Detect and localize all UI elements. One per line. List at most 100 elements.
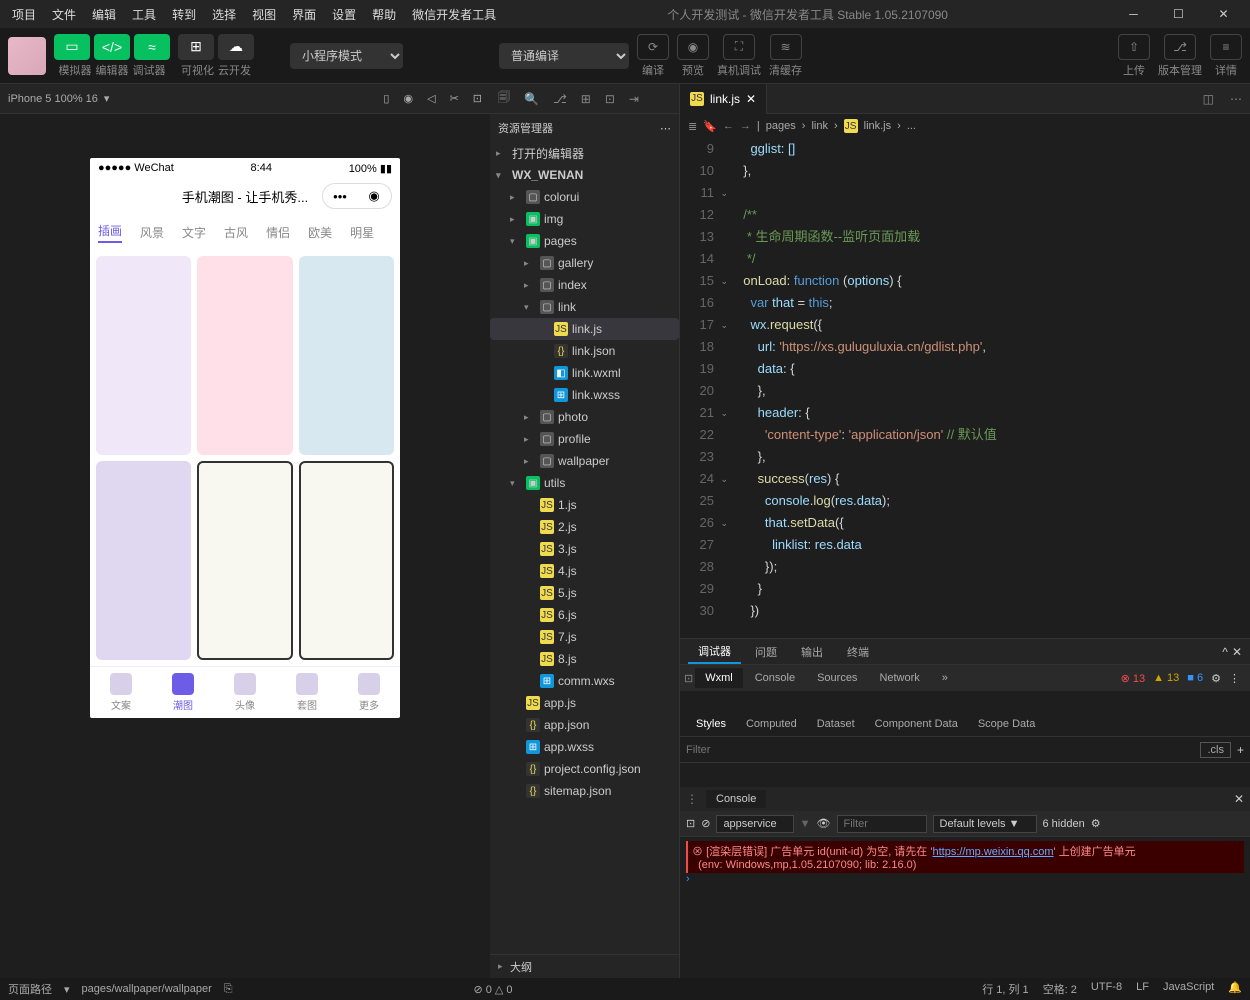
add-style-icon[interactable]: + xyxy=(1237,743,1244,757)
devtab-wxml[interactable]: Wxml xyxy=(695,668,743,688)
console-menu-icon[interactable]: ⋮ xyxy=(686,792,706,806)
menu-select[interactable]: 选择 xyxy=(204,2,244,27)
devtab-console[interactable]: Console xyxy=(745,668,805,688)
menu-tools[interactable]: 工具 xyxy=(124,2,164,27)
tree-node-index[interactable]: ▸▢index xyxy=(490,274,679,296)
inspect-icon[interactable]: ⊡ xyxy=(684,672,693,685)
opened-editors-section[interactable]: ▸打开的编辑器 xyxy=(490,142,679,164)
levels-select[interactable]: Default levels ▼ xyxy=(933,815,1037,833)
cut-icon[interactable]: ✂ xyxy=(450,92,459,105)
compile-select[interactable]: 普通编译 xyxy=(499,43,629,69)
editor-button[interactable]: </> xyxy=(94,34,130,60)
computed-tab[interactable]: Computed xyxy=(738,715,805,733)
tree-node-link.json[interactable]: {}link.json xyxy=(490,340,679,362)
page-path[interactable]: pages/wallpaper/wallpaper xyxy=(82,983,212,995)
menu-help[interactable]: 帮助 xyxy=(364,2,404,27)
tree-node-wallpaper[interactable]: ▸▢wallpaper xyxy=(490,450,679,472)
console-close-icon[interactable]: ✕ xyxy=(1234,792,1244,806)
devtab-sources[interactable]: Sources xyxy=(807,668,867,688)
encoding[interactable]: UTF-8 xyxy=(1091,981,1122,997)
ext3-icon[interactable]: ⇥ xyxy=(629,92,639,106)
wallpaper-card[interactable] xyxy=(299,461,394,660)
tree-node-utils[interactable]: ▾▣utils xyxy=(490,472,679,494)
menu-goto[interactable]: 转到 xyxy=(164,2,204,27)
detail-button[interactable]: ≡ xyxy=(1210,34,1242,60)
search-icon[interactable]: 🔍 xyxy=(524,92,539,106)
record-icon[interactable]: ◉ xyxy=(403,92,413,105)
phone-category-tabs[interactable]: 插画 风景 文字 古风 情侣 欧美 明星 xyxy=(90,214,400,250)
simulator-button[interactable]: ▭ xyxy=(54,34,90,60)
avatar[interactable] xyxy=(8,37,46,75)
tree-node-3.js[interactable]: JS3.js xyxy=(490,538,679,560)
copy-icon[interactable]: ⎘ xyxy=(224,983,233,996)
upload-button[interactable]: ⇧ xyxy=(1118,34,1150,60)
tree-node-pages[interactable]: ▾▣pages xyxy=(490,230,679,252)
visualize-button[interactable]: ⊞ xyxy=(178,34,214,60)
tree-node-colorui[interactable]: ▸▢colorui xyxy=(490,186,679,208)
tree-node-project.config.json[interactable]: {}project.config.json xyxy=(490,758,679,780)
context-select[interactable]: appservice xyxy=(716,815,793,833)
tab-problems[interactable]: 问题 xyxy=(745,641,787,663)
tree-node-6.js[interactable]: JS6.js xyxy=(490,604,679,626)
project-root[interactable]: ▾WX_WENAN xyxy=(490,164,679,186)
console-prompt[interactable]: › xyxy=(686,873,1244,885)
devtab-more[interactable]: » xyxy=(932,668,958,688)
menu-settings[interactable]: 设置 xyxy=(324,2,364,27)
wallpaper-card[interactable] xyxy=(96,256,191,455)
cls-toggle[interactable]: .cls xyxy=(1200,742,1231,758)
tree-node-link[interactable]: ▾▢link xyxy=(490,296,679,318)
menu-view[interactable]: 视图 xyxy=(244,2,284,27)
lang-mode[interactable]: JavaScript xyxy=(1163,981,1214,997)
tree-node-gallery[interactable]: ▸▢gallery xyxy=(490,252,679,274)
styles-tab[interactable]: Styles xyxy=(688,715,734,733)
code-editor[interactable]: 91011⌄12131415⌄1617⌄18192021⌄222324⌄2526… xyxy=(680,138,1250,638)
wallpaper-card[interactable] xyxy=(197,461,292,660)
compile-button[interactable]: ⟳ xyxy=(637,34,669,60)
phone-simulator[interactable]: ●●●●● WeChat 8:44 100% ▮▮ 手机潮图 - 让手机秀...… xyxy=(90,158,400,718)
warn-badge[interactable]: ▲ 13 xyxy=(1153,672,1179,684)
dbg-more-icon[interactable]: ⋮ xyxy=(1229,672,1240,685)
tree-node-8.js[interactable]: JS8.js xyxy=(490,648,679,670)
chevron-up-icon[interactable]: ^ xyxy=(1222,645,1228,659)
dataset-tab[interactable]: Dataset xyxy=(809,715,863,733)
version-button[interactable]: ⎇ xyxy=(1164,34,1196,60)
split-editor-icon[interactable]: ◫ xyxy=(1195,92,1222,106)
nav-back-icon[interactable]: ← xyxy=(723,120,734,132)
wallpaper-card[interactable] xyxy=(96,461,191,660)
spaces[interactable]: 空格: 2 xyxy=(1043,981,1077,997)
console-clear-icon[interactable]: ⊘ xyxy=(701,817,710,830)
error-link[interactable]: https://mp.weixin.qq.com xyxy=(932,846,1053,858)
problems-stats[interactable]: ⊘ 0 △ 0 xyxy=(473,983,512,996)
maximize-button[interactable]: ☐ xyxy=(1156,0,1201,28)
sim-more-icon[interactable]: ⊡ xyxy=(473,92,482,105)
tree-node-comm.wxs[interactable]: ⊞comm.wxs xyxy=(490,670,679,692)
gear-icon[interactable]: ⚙ xyxy=(1211,672,1221,685)
realdebug-button[interactable]: ⛶ xyxy=(723,34,755,60)
tree-node-app.json[interactable]: {}app.json xyxy=(490,714,679,736)
menu-file[interactable]: 文件 xyxy=(44,2,84,27)
ext-icon[interactable]: ⊞ xyxy=(581,92,591,106)
tab-output[interactable]: 输出 xyxy=(791,641,833,663)
tree-node-app.wxss[interactable]: ⊞app.wxss xyxy=(490,736,679,758)
device-icon[interactable]: ▯ xyxy=(383,92,389,105)
branch-icon[interactable]: ⎇ xyxy=(553,92,567,106)
files-icon[interactable]: 🗐 xyxy=(498,88,510,109)
scopedata-tab[interactable]: Scope Data xyxy=(970,715,1043,733)
tree-node-sitemap.json[interactable]: {}sitemap.json xyxy=(490,780,679,802)
eol[interactable]: LF xyxy=(1136,981,1149,997)
tree-node-link.js[interactable]: JSlink.js xyxy=(490,318,679,340)
tree-node-7.js[interactable]: JS7.js xyxy=(490,626,679,648)
nav-fwd-icon[interactable]: → xyxy=(740,120,751,132)
tree-node-5.js[interactable]: JS5.js xyxy=(490,582,679,604)
componentdata-tab[interactable]: Component Data xyxy=(867,715,966,733)
bell-icon[interactable]: 🔔 xyxy=(1228,981,1242,997)
capsule[interactable]: •••◉ xyxy=(322,183,392,209)
minimize-button[interactable]: ─ xyxy=(1111,0,1156,28)
preview-button[interactable]: ◉ xyxy=(677,34,709,60)
menu-edit[interactable]: 编辑 xyxy=(84,2,124,27)
close-tab-icon[interactable]: ✕ xyxy=(746,92,756,106)
hidden-count[interactable]: 6 hidden xyxy=(1043,818,1085,830)
tree-node-link.wxss[interactable]: ⊞link.wxss xyxy=(490,384,679,406)
console-filter-input[interactable] xyxy=(837,815,927,833)
explorer-more-icon[interactable]: ⋯ xyxy=(660,122,671,135)
